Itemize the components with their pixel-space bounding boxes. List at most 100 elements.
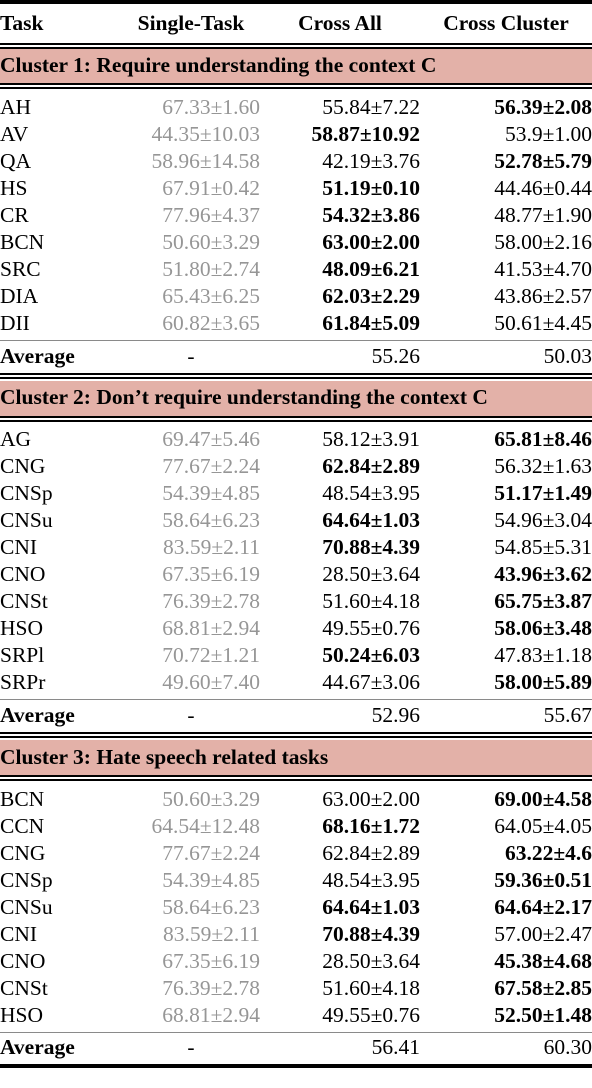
cell-cross-all: 62.84±2.89: [322, 454, 420, 479]
cell-cross-all: 68.16±1.72: [322, 813, 420, 838]
table-row: HSO 68.81±2.94 49.55±0.76 52.50±1.48: [0, 1002, 592, 1029]
cell-cross-cluster: 58.00±2.16: [494, 229, 592, 254]
cell-cross-cluster: 43.96±3.62: [494, 562, 592, 587]
cell-cross-cluster: 51.17±1.49: [494, 481, 592, 506]
cell-single-task: 64.54±12.48: [151, 813, 260, 838]
cell-cross-cluster: 50.61±4.45: [494, 310, 592, 335]
cell-task: CNG: [0, 840, 46, 865]
column-header-cross-all: Cross All: [298, 10, 382, 35]
table-row: CNSp 54.39±4.85 48.54±3.95 51.17±1.49: [0, 481, 592, 508]
cell-task: HSO: [0, 616, 44, 641]
cell-average-single-task: -: [187, 1035, 195, 1060]
table-row: CNG 77.67±2.24 62.84±2.89 56.32±1.63: [0, 454, 592, 481]
cell-cross-all: 54.32±3.86: [322, 202, 420, 227]
table-row: BCN 50.60±3.29 63.00±2.00 69.00±4.58: [0, 786, 592, 813]
cell-cross-cluster: 58.00±5.89: [494, 670, 592, 695]
cell-cross-cluster: 58.06±3.48: [494, 616, 592, 641]
cell-average-cross-all: 52.96: [371, 703, 420, 728]
cell-task: AH: [0, 94, 32, 119]
cell-cross-cluster: 64.05±4.05: [494, 813, 592, 838]
cell-single-task: 76.39±2.78: [162, 589, 260, 614]
table-row: BCN 50.60±3.29 63.00±2.00 58.00±2.16: [0, 229, 592, 256]
table-row: AG 69.47±5.46 58.12±3.91 65.81±8.46: [0, 427, 592, 454]
cell-cross-cluster: 56.39±2.08: [494, 94, 592, 119]
cell-single-task: 65.43±6.25: [162, 283, 260, 308]
average-row: Average - 55.26 50.03: [0, 341, 592, 374]
cluster-section-title: Cluster 1: Require understanding the con…: [0, 48, 592, 84]
cell-cross-cluster: 44.46±0.44: [494, 175, 592, 200]
table-row: CNI 83.59±2.11 70.88±4.39 57.00±2.47: [0, 921, 592, 948]
cell-single-task: 67.35±6.19: [162, 562, 260, 587]
cell-task: DII: [0, 310, 30, 335]
cell-single-task: 67.33±1.60: [162, 94, 260, 119]
cell-single-task: 77.67±2.24: [162, 840, 260, 865]
table-row: SRPr 49.60±7.40 44.67±3.06 58.00±5.89: [0, 670, 592, 697]
cell-single-task: 77.67±2.24: [162, 454, 260, 479]
cell-cross-all: 51.60±4.18: [322, 589, 420, 614]
cell-single-task: 50.60±3.29: [162, 786, 260, 811]
cell-cross-all: 42.19±3.76: [322, 148, 420, 173]
table-row: CNO 67.35±6.19 28.50±3.64 45.38±4.68: [0, 948, 592, 975]
average-row: Average - 56.41 60.30: [0, 1033, 592, 1066]
cell-single-task: 67.91±0.42: [162, 175, 260, 200]
cell-average-label: Average: [0, 1035, 75, 1060]
cell-cross-cluster: 69.00±4.58: [494, 786, 592, 811]
cell-task: SRPl: [0, 643, 45, 668]
average-row: Average - 52.96 55.67: [0, 700, 592, 733]
cell-cross-all: 58.87±10.92: [311, 121, 420, 146]
table-row: HS 67.91±0.42 51.19±0.10 44.46±0.44: [0, 175, 592, 202]
table-row: DIA 65.43±6.25 62.03±2.29 43.86±2.57: [0, 283, 592, 310]
cell-cross-all: 63.00±2.00: [322, 229, 420, 254]
cell-cross-cluster: 52.78±5.79: [494, 148, 592, 173]
cell-cross-cluster: 63.22±4.6: [504, 840, 592, 865]
cell-single-task: 60.82±3.65: [162, 310, 260, 335]
cell-task: DIA: [0, 283, 39, 308]
cell-cross-all: 44.67±3.06: [322, 670, 420, 695]
cell-cross-cluster: 59.36±0.51: [494, 867, 592, 892]
table-row: CNSu 58.64±6.23 64.64±1.03 64.64±2.17: [0, 894, 592, 921]
cell-task: CNSu: [0, 508, 53, 533]
cell-single-task: 76.39±2.78: [162, 975, 260, 1000]
cell-task: CNSp: [0, 481, 53, 506]
cell-single-task: 70.72±1.21: [162, 643, 260, 668]
table-row: CNSt 76.39±2.78 51.60±4.18 65.75±3.87: [0, 589, 592, 616]
cell-single-task: 54.39±4.85: [162, 867, 260, 892]
cell-cross-all: 48.54±3.95: [322, 481, 420, 506]
cell-single-task: 58.96±14.58: [151, 148, 260, 173]
cell-cross-all: 48.09±6.21: [322, 256, 420, 281]
table-row: CNG 77.67±2.24 62.84±2.89 63.22±4.6: [0, 840, 592, 867]
cell-average-cross-cluster: 55.67: [543, 703, 592, 728]
table-row: QA 58.96±14.58 42.19±3.76 52.78±5.79: [0, 148, 592, 175]
cell-single-task: 54.39±4.85: [162, 481, 260, 506]
cell-single-task: 51.80±2.74: [162, 256, 260, 281]
cell-single-task: 68.81±2.94: [162, 616, 260, 641]
cluster-section-header: Cluster 1: Require understanding the con…: [0, 48, 592, 84]
cell-cross-cluster: 54.96±3.04: [494, 508, 592, 533]
table-row: SRPl 70.72±1.21 50.24±6.03 47.83±1.18: [0, 643, 592, 670]
cell-single-task: 68.81±2.94: [162, 1002, 260, 1027]
cell-average-cross-cluster: 60.30: [543, 1035, 592, 1060]
cell-average-cross-cluster: 50.03: [543, 343, 592, 368]
table-rule: [0, 1063, 592, 1070]
table-row: SRC 51.80±2.74 48.09±6.21 41.53±4.70: [0, 256, 592, 283]
table-row: AV 44.35±10.03 58.87±10.92 53.9±1.00: [0, 121, 592, 148]
cell-single-task: 58.64±6.23: [162, 894, 260, 919]
cell-cross-cluster: 57.00±2.47: [494, 921, 592, 946]
cell-single-task: 77.96±4.37: [162, 202, 260, 227]
cell-task: CNI: [0, 535, 38, 560]
cell-cross-all: 51.60±4.18: [322, 975, 420, 1000]
cell-cross-cluster: 56.32±1.63: [494, 454, 592, 479]
cluster-section-title: Cluster 3: Hate speech related tasks: [0, 740, 592, 776]
cell-single-task: 58.64±6.23: [162, 508, 260, 533]
cell-average-label: Average: [0, 343, 75, 368]
cell-single-task: 83.59±2.11: [162, 921, 260, 946]
cell-task: SRPr: [0, 670, 46, 695]
cell-cross-all: 62.84±2.89: [322, 840, 420, 865]
cell-average-single-task: -: [187, 343, 195, 368]
cell-task: SRC: [0, 256, 41, 281]
cell-cross-cluster: 64.64±2.17: [494, 894, 592, 919]
cell-cross-cluster: 41.53±4.70: [494, 256, 592, 281]
cell-cross-cluster: 52.50±1.48: [494, 1002, 592, 1027]
column-header-task: Task: [0, 10, 44, 35]
cell-average-cross-all: 56.41: [371, 1035, 420, 1060]
